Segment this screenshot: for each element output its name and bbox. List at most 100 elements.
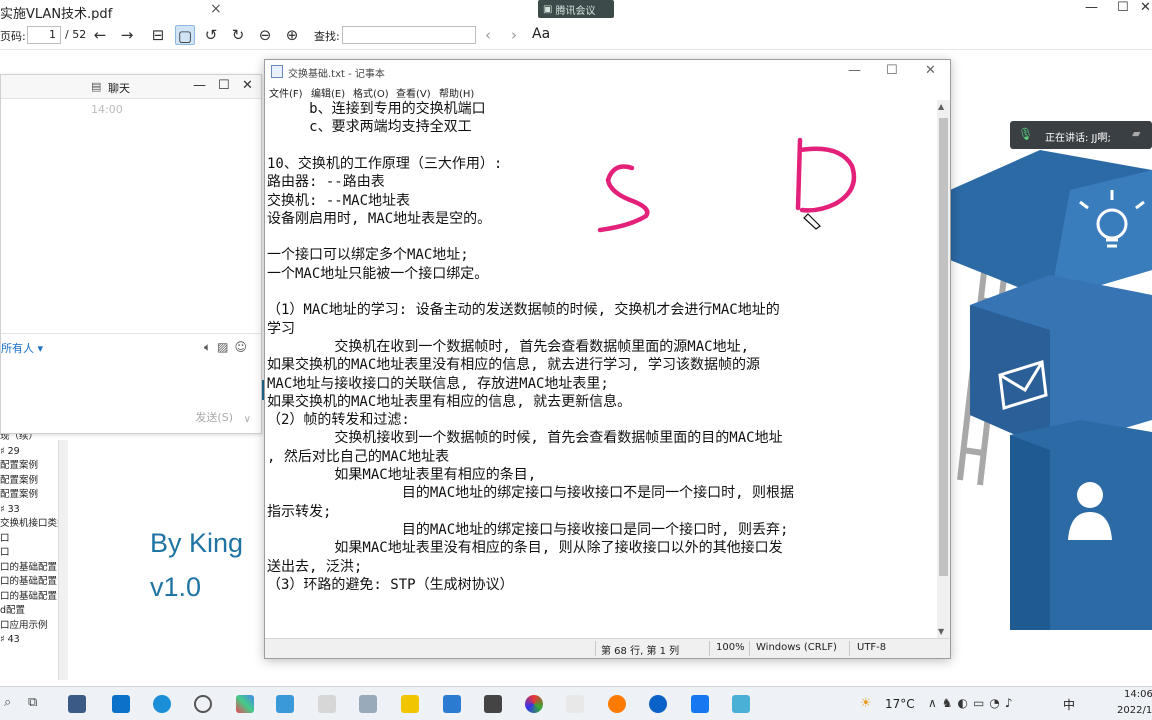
app-icon-9[interactable] — [566, 695, 584, 713]
menu-edit[interactable]: 编辑(E) — [311, 85, 345, 100]
microphone-icon: 🎙︎ — [1018, 127, 1034, 141]
text-line: 10、交换机的工作原理（三大作用）: — [267, 155, 503, 172]
meeting-icon: ▣ — [543, 3, 553, 15]
signal-icon: ▰ — [1132, 127, 1141, 140]
maximize-icon[interactable]: ☐ — [218, 78, 230, 93]
prev-page-icon[interactable]: ← — [90, 25, 110, 45]
zoom-out-icon[interactable]: ⊖ — [255, 25, 275, 45]
notepad-scrollbar[interactable]: ▲ ▼ — [937, 100, 950, 638]
text-line: 如果MAC地址表里有相应的条目, — [267, 467, 537, 483]
maximize-icon[interactable]: ☐ — [886, 63, 898, 78]
pdf-toolbar: 页码: 1 / 52 ← → ⊟ ▢ ↺ ↻ ⊖ ⊕ 查找: ‹ › Aa — [0, 20, 1152, 50]
chat-title: 聊天 — [108, 82, 130, 95]
slide-illustration — [950, 150, 1152, 630]
menu-view[interactable]: 查看(V) — [396, 85, 431, 100]
close-icon[interactable]: ✕ — [925, 63, 936, 78]
close-icon[interactable]: ✕ — [242, 78, 253, 93]
rotate-right-icon[interactable]: ↻ — [228, 25, 248, 45]
scroll-down-icon[interactable]: ▼ — [938, 627, 944, 636]
find-next-icon[interactable]: › — [504, 25, 524, 45]
speaker-icon[interactable]: 🔈︎ — [204, 340, 217, 354]
zoom-level: 100% — [716, 642, 745, 653]
text-line: 学习 — [267, 320, 295, 337]
chat-icon: ▤ — [91, 80, 102, 93]
app-icon-11[interactable] — [732, 695, 750, 713]
text-line: 送出去, 泛洪; — [267, 558, 363, 575]
app-icon-1[interactable] — [68, 695, 86, 713]
close-tab-icon[interactable]: × — [210, 1, 222, 17]
taskbar: ⌕ ⧉ ☀ 17°C ∧♞◐▭◔♪ 中 14:06 2022/1/ — [0, 686, 1152, 720]
page-number-input[interactable]: 1 — [27, 26, 61, 44]
zoom-in-icon[interactable]: ⊕ — [282, 25, 302, 45]
text-line: MAC地址与接收接口的关联信息, 存放进MAC地址表里; — [267, 375, 609, 392]
firefox-icon[interactable] — [608, 695, 626, 713]
chat-tools: 🔈︎▨☺ — [204, 340, 253, 355]
text-line: , 然后对比自己的MAC地址表 — [267, 448, 450, 465]
scrollbar-thumb[interactable] — [939, 118, 948, 576]
menu-help[interactable]: 帮助(H) — [439, 85, 474, 100]
scroll-up-icon[interactable]: ▲ — [938, 102, 944, 111]
weather-icon[interactable]: ☀ — [860, 696, 872, 711]
tencent-meeting-icon[interactable] — [691, 695, 709, 713]
photos-icon[interactable] — [236, 695, 254, 713]
chat-compose-area[interactable]: 所有人 ▾ 🔈︎▨☺ 发送(S) ∨ — [1, 333, 261, 433]
text-line: （2）帧的转发和过滤: — [267, 412, 410, 429]
line-ending: Windows (CRLF) — [756, 642, 837, 653]
maximize-icon[interactable]: ☐ — [1117, 0, 1129, 15]
app-icon-4[interactable] — [359, 695, 377, 713]
clock-date[interactable]: 2022/1/ — [1117, 705, 1152, 716]
task-view-icon[interactable]: ⧉ — [28, 695, 46, 713]
encoding: UTF-8 — [857, 642, 887, 653]
text-line: （1）MAC地址的学习: 设备主动的发送数据帧的时候, 交换机才会进行MAC地址… — [267, 302, 780, 319]
fit-page-icon[interactable]: ▢ — [175, 25, 195, 45]
handwritten-annotation — [597, 137, 857, 233]
next-page-icon[interactable]: → — [117, 25, 137, 45]
outline-scrollbar[interactable] — [58, 440, 68, 680]
chevron-down-icon[interactable]: ∨ — [244, 414, 251, 425]
clock-app-icon[interactable] — [194, 695, 212, 713]
search-icon[interactable]: ⌕ — [4, 695, 22, 713]
notepad-menubar: 文件(F) 编辑(E) 格式(O) 查看(V) 帮助(H) — [265, 84, 950, 100]
menu-format[interactable]: 格式(O) — [353, 85, 389, 100]
notepad-statusbar: 第 68 行, 第 1 列 100% Windows (CRLF) UTF-8 — [265, 638, 950, 658]
person-icon[interactable]: ☺ — [234, 340, 253, 354]
ime-indicator[interactable]: 中 — [1063, 696, 1075, 713]
text-line: 目的MAC地址的绑定接口与接收接口是同一个接口时, 则丢弃; — [267, 521, 789, 538]
tray-icons[interactable]: ∧♞◐▭◔♪ — [928, 696, 1017, 710]
match-case-button[interactable]: Aa — [532, 26, 550, 42]
single-page-icon[interactable]: ⊟ — [148, 25, 168, 45]
mail-app-icon[interactable] — [112, 695, 130, 713]
find-input[interactable] — [342, 26, 476, 44]
minimize-icon[interactable]: — — [848, 63, 861, 78]
rotate-left-icon[interactable]: ↺ — [201, 25, 221, 45]
text-line: 交换机: --MAC地址表 — [267, 192, 411, 209]
close-window-icon[interactable]: ✕ — [1140, 0, 1151, 15]
app-icon-6[interactable] — [443, 695, 461, 713]
menu-file[interactable]: 文件(F) — [269, 85, 303, 100]
page-total: / 52 — [65, 28, 87, 41]
app-icon-3[interactable] — [318, 695, 336, 713]
minimize-icon[interactable]: — — [1085, 0, 1098, 15]
cursor-position: 第 68 行, 第 1 列 — [601, 646, 680, 657]
image-icon[interactable]: ▨ — [217, 340, 234, 354]
app-icon-5[interactable] — [401, 695, 419, 713]
text-line: 交换机在收到一个数据帧时, 首先会查看数据帧里面的源MAC地址, — [267, 338, 750, 355]
app-icon-2[interactable] — [276, 695, 294, 713]
mail-cube — [970, 275, 1152, 450]
minimize-icon[interactable]: — — [193, 78, 206, 93]
meeting-badge-label: 腾讯会议 — [555, 5, 596, 17]
clock-time[interactable]: 14:06 — [1124, 689, 1152, 700]
meeting-badge[interactable]: ▣ 腾讯会议 — [538, 0, 614, 18]
annotation-s — [597, 164, 650, 233]
app-icon-8[interactable] — [525, 695, 543, 713]
text-line: （3）环路的避免: STP（生成树协议） — [267, 576, 514, 593]
app-icon-10[interactable] — [649, 695, 667, 713]
send-button[interactable]: 发送(S) — [195, 409, 233, 425]
edge-icon[interactable] — [153, 695, 171, 713]
notepad-title: 交换基础.txt - 记事本 — [288, 69, 385, 80]
weather-temp[interactable]: 17°C — [885, 697, 915, 711]
find-prev-icon[interactable]: ‹ — [478, 25, 498, 45]
chat-recipient-select[interactable]: 所有人 ▾ — [1, 340, 43, 356]
app-icon-7[interactable] — [484, 695, 502, 713]
speaking-text: 正在讲话: JJ啊; — [1045, 133, 1111, 144]
